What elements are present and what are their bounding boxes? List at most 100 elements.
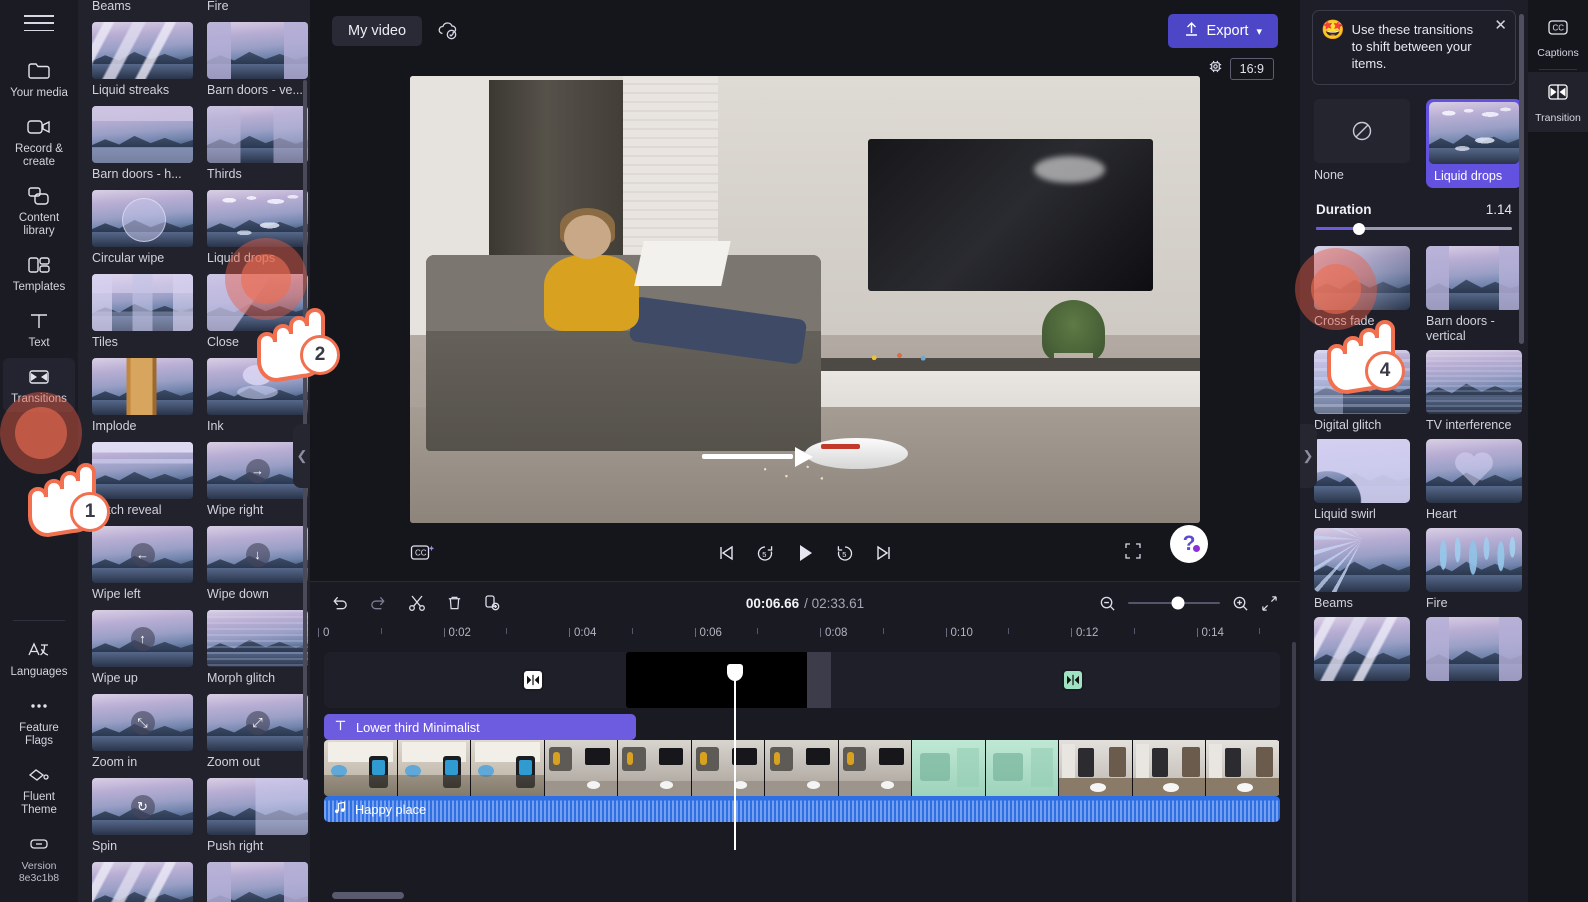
tab-captions[interactable]: CC Captions [1528, 8, 1588, 67]
duration-slider[interactable] [1316, 222, 1512, 235]
fullscreen-icon[interactable] [1124, 542, 1142, 565]
cc-plus-icon[interactable]: CC [410, 542, 436, 564]
transition-card[interactable]: Circular wipe [92, 190, 193, 266]
transition-preset-card[interactable] [1426, 617, 1522, 685]
audio-clip[interactable]: Happy place [324, 796, 1280, 822]
overlay-clip[interactable] [626, 652, 831, 708]
zoom-in-icon[interactable] [1232, 595, 1249, 612]
timeline-ruler[interactable]: 0 0:02 0:04 0:06 0:08 0:10 0:12 0:14 [310, 624, 1300, 652]
transition-label: Glitch reveal [92, 503, 162, 517]
sidebar-item-transitions[interactable]: Transitions [3, 358, 75, 412]
rewind-5s-button[interactable]: 5 [755, 543, 775, 563]
transition-card[interactable]: Morph glitch [207, 610, 308, 686]
svg-text:CC: CC [1553, 24, 1565, 33]
version-label: Version 8e3c1b8 [18, 860, 60, 884]
play-button[interactable] [795, 542, 815, 564]
transition-card[interactable]: Glitch reveal [92, 442, 193, 518]
aspect-ratio-button[interactable]: 16:9 [1229, 58, 1274, 80]
timeline-vertical-scrollbar[interactable] [1292, 642, 1296, 902]
transition-option-none[interactable]: None [1314, 99, 1410, 188]
transition-preset-card[interactable]: Heart [1426, 439, 1522, 522]
collapse-properties-button[interactable]: ❯ [1300, 424, 1317, 488]
transition-preset-card[interactable] [1314, 617, 1410, 685]
zoom-out-icon[interactable] [1099, 595, 1116, 612]
sidebar-item-feature-flags[interactable]: Feature Flags [3, 687, 75, 754]
tip-text: Use these transitions to shift between y… [1351, 22, 1474, 71]
hamburger-menu-icon[interactable] [24, 12, 54, 34]
forward-5s-button[interactable]: 5 [835, 543, 855, 563]
sidebar-item-record-create[interactable]: Record & create [3, 108, 75, 175]
transition-preset-card[interactable]: Beams [1314, 528, 1410, 611]
transition-preset-card[interactable]: Digital glitch [1314, 350, 1410, 433]
transition-card[interactable]: Ink [207, 358, 308, 434]
transition-card[interactable]: ↻ Spin [92, 778, 193, 854]
zoom-slider-handle[interactable] [1171, 596, 1185, 610]
transition-option-selected[interactable]: Liquid drops [1426, 99, 1522, 188]
cloud-check-icon [436, 20, 462, 42]
transition-card[interactable]: Push right [207, 778, 308, 854]
playhead[interactable] [727, 664, 743, 850]
duration-slider-handle[interactable] [1353, 222, 1366, 235]
sidebar-item-your-media[interactable]: Your media [3, 52, 75, 106]
transition-card[interactable] [92, 862, 193, 902]
properties-scrollbar[interactable] [1519, 14, 1524, 344]
transition-card[interactable]: ⤢ Zoom out [207, 694, 308, 770]
sidebar-item-label: Templates [12, 281, 66, 293]
scissors-icon[interactable] [408, 594, 426, 612]
transition-card[interactable]: Tiles [92, 274, 193, 350]
transition-marker[interactable] [522, 669, 544, 691]
collapse-library-button[interactable]: ❮ [293, 424, 310, 488]
transition-card[interactable]: ← Wipe left [92, 526, 193, 602]
video-preview-stage[interactable] [410, 76, 1200, 523]
transition-card[interactable]: Thirds [207, 106, 308, 182]
transition-card[interactable]: Beams [92, 0, 193, 14]
theme-icon [26, 763, 52, 787]
video-camera-icon [26, 115, 52, 139]
chip-settings-icon[interactable] [1207, 58, 1224, 80]
transition-card[interactable]: ↓ Wipe down [207, 526, 308, 602]
transition-card[interactable]: Liquid drops [207, 190, 308, 266]
transition-card[interactable]: Implode [92, 358, 193, 434]
sidebar-item-content-library[interactable]: Content library [3, 177, 75, 244]
sidebar-item-text[interactable]: Text [3, 302, 75, 356]
text-clip[interactable]: Lower third Minimalist [324, 714, 636, 740]
transition-label: Morph glitch [207, 671, 276, 685]
skip-to-end-button[interactable] [875, 544, 893, 562]
video-track[interactable] [324, 740, 1280, 796]
transition-preset-card[interactable]: Liquid swirl [1314, 439, 1410, 522]
cc-icon: CC [1546, 18, 1570, 42]
transition-card[interactable] [207, 862, 308, 902]
undo-icon[interactable] [330, 594, 349, 612]
transition-preset-card[interactable]: Fire [1426, 528, 1522, 611]
transition-card[interactable]: Fire [207, 0, 308, 14]
video-thumbnail-frame [765, 740, 839, 796]
track-overlay[interactable] [324, 652, 1280, 708]
transition-card[interactable]: Liquid streaks [92, 22, 193, 98]
timeline-horizontal-scrollbar[interactable] [332, 892, 404, 899]
timeline-zoom-slider[interactable] [1128, 596, 1220, 610]
export-button[interactable]: Export ▾ [1167, 14, 1278, 48]
sidebar-item-version[interactable]: Version 8e3c1b8 [3, 825, 75, 890]
sidebar-item-templates[interactable]: Templates [3, 246, 75, 300]
redo-icon[interactable] [369, 594, 388, 612]
transition-card[interactable]: ⤡ Zoom in [92, 694, 193, 770]
close-icon[interactable]: ✕ [1494, 18, 1507, 33]
fit-timeline-icon[interactable] [1261, 595, 1278, 612]
sidebar-item-label: Content library [18, 212, 60, 237]
duplicate-icon[interactable] [483, 594, 501, 612]
sidebar-item-fluent-theme[interactable]: Fluent Theme [3, 756, 75, 823]
transition-marker[interactable] [1062, 669, 1084, 691]
project-name-field[interactable]: My video [332, 16, 423, 46]
skip-to-start-button[interactable] [717, 544, 735, 562]
sidebar-item-languages[interactable]: Languages [3, 631, 75, 685]
transition-preset-card[interactable]: TV interference [1426, 350, 1522, 433]
transition-card[interactable]: ↑ Wipe up [92, 610, 193, 686]
transition-preset-card[interactable]: Barn doors - vertical [1426, 246, 1522, 344]
transition-card[interactable]: Close [207, 274, 308, 350]
tab-transition[interactable]: Transition [1528, 72, 1588, 132]
help-button[interactable]: ? [1170, 525, 1208, 563]
transition-preset-card[interactable]: Cross fade [1314, 246, 1410, 344]
transition-card[interactable]: Barn doors - ve... [207, 22, 308, 98]
trash-icon[interactable] [446, 594, 463, 612]
transition-card[interactable]: Barn doors - h... [92, 106, 193, 182]
